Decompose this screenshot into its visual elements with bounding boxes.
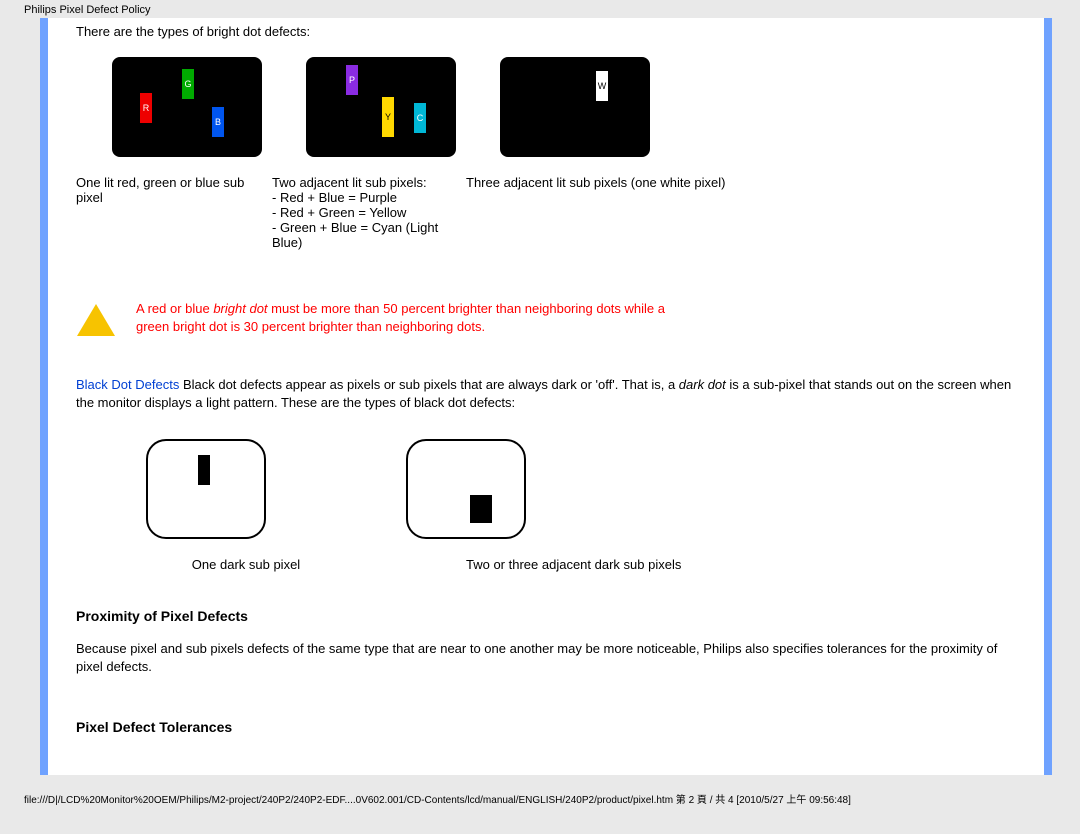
subpixel-green: G — [182, 69, 194, 99]
bright-captions-row: One lit red, green or blue sub pixel Two… — [76, 175, 1012, 250]
figure-rgb-subpixels: R G B — [112, 57, 262, 157]
dark-subpixel-block — [470, 495, 492, 523]
warning-text: A red or blue bright dot must be more th… — [136, 300, 666, 335]
right-blue-bar — [1044, 18, 1052, 775]
subpixel-red: R — [140, 93, 152, 123]
subpixel-white: W — [596, 71, 608, 101]
tolerances-heading: Pixel Defect Tolerances — [76, 719, 1012, 735]
caption-one-dark: One dark sub pixel — [76, 557, 416, 572]
subpixel-purple: P — [346, 65, 358, 95]
dark-subpixel-single — [198, 455, 210, 485]
proximity-heading: Proximity of Pixel Defects — [76, 608, 1012, 624]
bright-figures-row: R G B P Y C W — [112, 57, 1012, 157]
footer-path: file:///D|/LCD%20Monitor%20OEM/Philips/M… — [0, 785, 1080, 814]
figure-white-pixel: W — [500, 57, 650, 157]
caption-multi-dark: Two or three adjacent dark sub pixels — [416, 557, 1012, 572]
right-gutter — [1016, 18, 1044, 775]
black-dot-paragraph: Black Dot Defects Black dot defects appe… — [76, 376, 1012, 411]
caption-two-adjacent: Two adjacent lit sub pixels: - Red + Blu… — [272, 175, 466, 250]
warning-icon — [77, 304, 115, 336]
figure-multi-dark — [406, 439, 526, 539]
warning-row: A red or blue bright dot must be more th… — [76, 300, 1012, 336]
dark-captions-row: One dark sub pixel Two or three adjacent… — [76, 557, 1012, 572]
page-header: Philips Pixel Defect Policy — [0, 0, 1080, 18]
main-content: There are the types of bright dot defect… — [76, 18, 1016, 775]
dark-figures-row — [146, 439, 1012, 539]
subpixel-cyan: C — [414, 103, 426, 133]
figure-pyc-subpixels: P Y C — [306, 57, 456, 157]
left-gutter — [48, 18, 76, 775]
intro-line: There are the types of bright dot defect… — [76, 24, 1012, 39]
document-frame: There are the types of bright dot defect… — [40, 18, 1052, 775]
left-blue-bar — [40, 18, 48, 775]
caption-one-lit: One lit red, green or blue sub pixel — [76, 175, 272, 250]
black-dot-heading: Black Dot Defects — [76, 377, 179, 392]
figure-one-dark — [146, 439, 266, 539]
proximity-body: Because pixel and sub pixels defects of … — [76, 640, 1012, 675]
subpixel-yellow: Y — [382, 97, 394, 137]
caption-three-adjacent: Three adjacent lit sub pixels (one white… — [466, 175, 1012, 250]
subpixel-blue: B — [212, 107, 224, 137]
